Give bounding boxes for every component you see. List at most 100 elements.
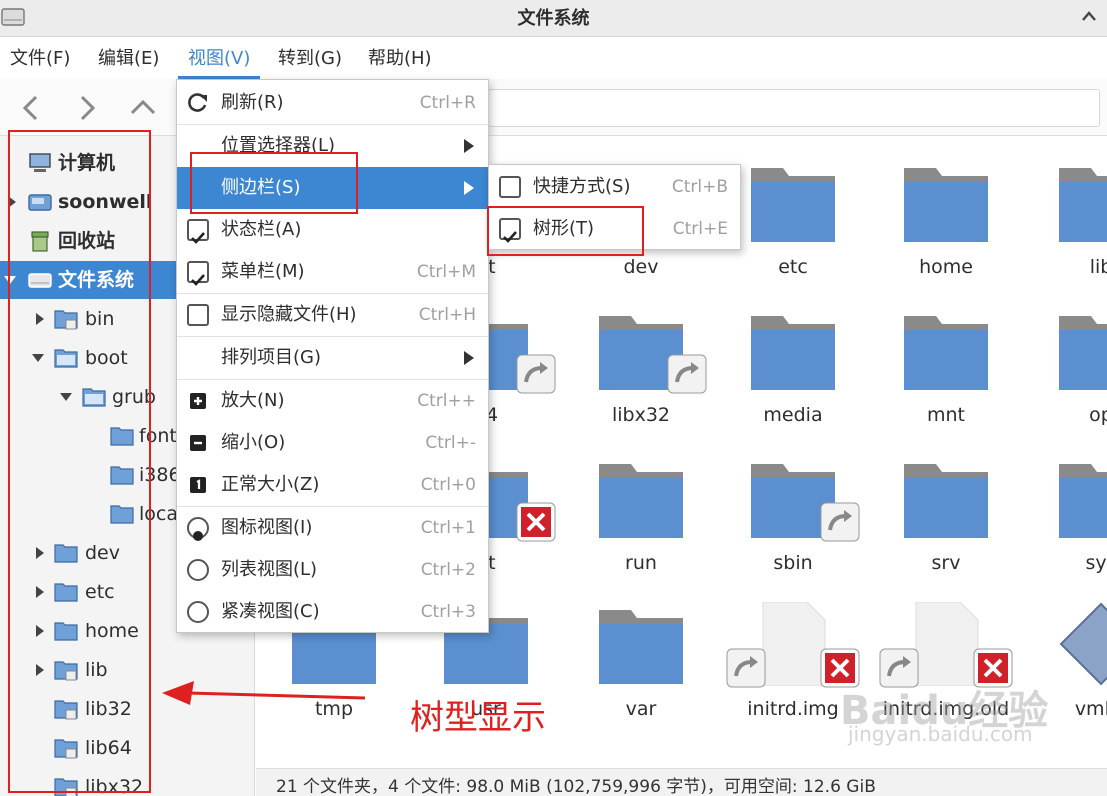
annotation-box-tree-item	[487, 206, 644, 256]
checkmark-icon	[191, 232, 205, 244]
file-name: sbin	[773, 552, 813, 574]
annotation-box-sidebar-item	[190, 152, 358, 214]
file-item[interactable]: mnt	[871, 308, 1021, 448]
symlink-arrow-icon	[667, 354, 707, 394]
status-text: 21 个文件夹，4 个文件: 98.0 MiB (102,759,996 字节)…	[276, 777, 876, 796]
menu-item-accel: Ctrl+2	[420, 560, 476, 580]
menu-item-accel: Ctrl+-	[425, 433, 476, 453]
menu-item-label: 菜单栏(M)	[221, 261, 305, 282]
file-name: run	[625, 552, 657, 574]
menu-item-accel: Ctrl+H	[418, 305, 476, 325]
menu-item-zoom-in[interactable]: 放大(N) Ctrl++	[177, 380, 488, 422]
broken-link-icon	[516, 502, 556, 542]
submenu-arrow-icon	[464, 351, 474, 365]
file-name: lib	[1089, 256, 1107, 278]
file-name: libx32	[611, 404, 671, 426]
menu-item-zoom-out[interactable]: 缩小(O) Ctrl+-	[177, 422, 488, 464]
menu-item-label: 紧凑视图(C)	[221, 601, 320, 622]
radio-selected[interactable]	[187, 517, 209, 541]
checkbox-checked[interactable]	[187, 261, 209, 286]
menu-item-label: 状态栏(A)	[221, 219, 302, 240]
file-item[interactable]: libx32	[566, 308, 716, 448]
menu-item-label: 显示隐藏文件(H)	[221, 304, 357, 325]
file-name: etc	[778, 256, 808, 278]
file-item[interactable]: srv	[871, 456, 1021, 596]
menu-item-refresh[interactable]: 刷新(R) Ctrl+R	[177, 82, 488, 124]
menu-item-label: 放大(N)	[221, 390, 285, 411]
submenu-arrow-icon	[464, 181, 474, 195]
menu-item-statusbar[interactable]: 状态栏(A)	[177, 209, 488, 251]
menu-item-menubar[interactable]: 菜单栏(M) Ctrl+M	[177, 251, 488, 293]
menu-item-accel: Ctrl+3	[420, 602, 476, 622]
menu-item-label: 正常大小(Z)	[221, 474, 320, 495]
file-name: media	[763, 404, 823, 426]
checkmark-icon	[191, 274, 205, 286]
location-bar[interactable]	[488, 89, 1100, 127]
menu-item-label: 图标视图(I)	[221, 517, 313, 538]
menu-edit[interactable]: 编辑(E)	[98, 37, 159, 79]
file-item[interactable]: lib	[1026, 160, 1107, 300]
zoom-normal-icon	[190, 477, 206, 493]
menu-item-accel: Ctrl+M	[416, 262, 476, 282]
menu-item-shortcuts[interactable]: 快捷方式(S) Ctrl+B	[489, 166, 740, 208]
menu-item-label: 快捷方式(S)	[533, 176, 631, 197]
file-item[interactable]: op	[1026, 308, 1107, 448]
symlink-arrow-icon	[726, 648, 766, 688]
file-item[interactable]: sbin	[718, 456, 868, 596]
menu-bar: 文件(F) 编辑(E) 视图(V) 转到(G) 帮助(H)	[0, 37, 1107, 79]
menu-item-show-hidden[interactable]: 显示隐藏文件(H) Ctrl+H	[177, 294, 488, 336]
menu-item-accel: Ctrl++	[417, 391, 476, 411]
menu-view[interactable]: 视图(V)	[178, 37, 261, 79]
folder-icon	[1059, 168, 1107, 242]
symlink-arrow-icon	[820, 502, 860, 542]
file-name: srv	[931, 552, 961, 574]
file-item[interactable]: media	[718, 308, 868, 448]
folder-icon	[904, 168, 988, 242]
menu-go[interactable]: 转到(G)	[278, 37, 342, 79]
menu-item-label: 缩小(O)	[221, 432, 286, 453]
menu-item-compact-view[interactable]: 紧凑视图(C) Ctrl+3	[177, 591, 488, 633]
folder-icon	[1059, 316, 1107, 390]
file-item[interactable]: run	[566, 456, 716, 596]
folder-icon	[599, 464, 683, 538]
file-name: sys	[1085, 552, 1107, 574]
menu-item-accel: Ctrl+R	[419, 93, 476, 113]
status-bar: 21 个文件夹，4 个文件: 98.0 MiB (102,759,996 字节)…	[256, 768, 1107, 796]
checkbox-checked[interactable]	[187, 219, 209, 244]
radio-unselected[interactable]	[187, 601, 209, 623]
folder-icon	[904, 316, 988, 390]
file-name: op	[1089, 404, 1107, 426]
file-manager-window: 文件系统 文件(F) 编辑(E) 视图(V) 转到(G) 帮助(H) 计算机 s…	[0, 0, 1107, 796]
zoom-out-icon	[190, 435, 206, 451]
up-icon[interactable]	[126, 91, 160, 125]
menu-item-normal-size[interactable]: 正常大小(Z) Ctrl+0	[177, 464, 488, 506]
menu-item-accel: Ctrl+E	[672, 219, 728, 239]
menu-item-icon-view[interactable]: 图标视图(I) Ctrl+1	[177, 507, 488, 549]
menu-item-accel: Ctrl+B	[671, 177, 728, 197]
file-name: mnt	[927, 404, 965, 426]
menu-item-label: 刷新(R)	[221, 92, 284, 113]
radio-dot-icon	[193, 531, 203, 541]
menu-help[interactable]: 帮助(H)	[368, 37, 432, 79]
refresh-icon	[188, 93, 207, 112]
annotation-label: 树型显示	[410, 698, 546, 738]
radio-unselected[interactable]	[187, 559, 209, 581]
menu-file[interactable]: 文件(F)	[10, 37, 70, 79]
menu-item-accel: Ctrl+0	[420, 475, 476, 495]
file-item[interactable]: home	[871, 160, 1021, 300]
forward-icon[interactable]	[70, 91, 104, 125]
folder-icon	[751, 168, 835, 242]
folder-icon	[599, 610, 683, 684]
menu-item-list-view[interactable]: 列表视图(L) Ctrl+2	[177, 549, 488, 591]
file-item[interactable]: var	[566, 602, 716, 742]
annotation-arrow-icon	[162, 681, 366, 705]
file-item[interactable]: sys	[1026, 456, 1107, 596]
chevron-up-icon[interactable]	[1079, 6, 1099, 26]
menu-item-arrange[interactable]: 排列项目(G)	[177, 337, 488, 379]
checkbox-unchecked[interactable]	[499, 176, 521, 198]
title-bar: 文件系统	[0, 0, 1107, 37]
symlink-arrow-icon	[516, 354, 556, 394]
back-icon[interactable]	[14, 91, 48, 125]
checkbox-unchecked[interactable]	[187, 304, 209, 326]
menu-item-label: 列表视图(L)	[221, 559, 318, 580]
